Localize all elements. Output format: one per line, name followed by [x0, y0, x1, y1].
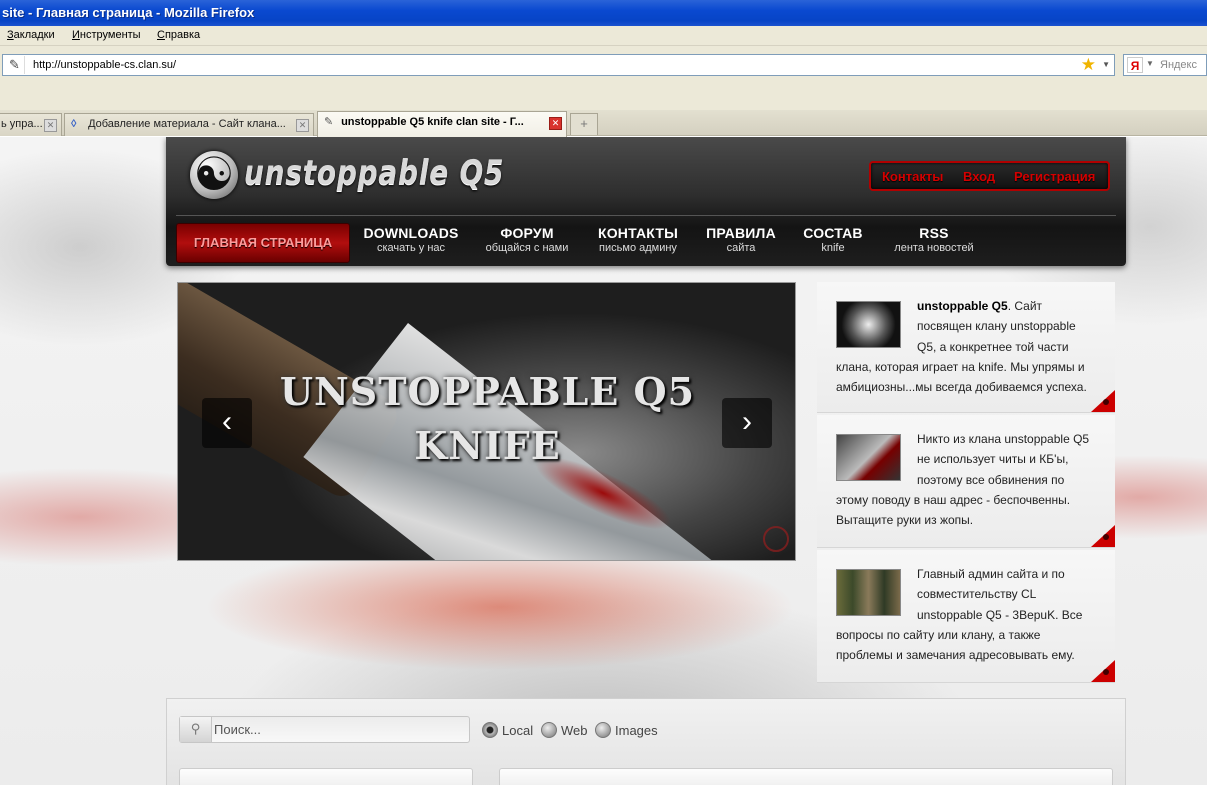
- browser-search-bar[interactable]: Я ▼ Яндекс: [1123, 54, 1207, 76]
- menu-help[interactable]: Справка: [157, 29, 200, 41]
- top-links: Контакты Вход Регистрация: [869, 161, 1110, 191]
- side-box-admin-text: Главный админ сайта и по совместительств…: [836, 564, 1098, 665]
- nav-roster-sub: knife: [821, 242, 845, 254]
- right-panel-top: [499, 768, 1113, 785]
- slider-next-icon[interactable]: ›: [722, 398, 772, 448]
- side-box-admin-corner-icon[interactable]: [1091, 660, 1115, 682]
- url-dropdown-icon[interactable]: ▼: [1102, 60, 1110, 69]
- side-box-about-corner-icon[interactable]: [1091, 390, 1115, 412]
- slide-title-line2: KNIFE: [414, 423, 561, 468]
- site-search-input[interactable]: [214, 719, 464, 740]
- url-bar[interactable]: ✎ http://unstoppable-cs.clan.su/ ★ ▼: [2, 54, 1115, 76]
- tab-1-close-icon[interactable]: ✕: [44, 119, 57, 132]
- nav-forum-title: ФОРУМ: [500, 225, 554, 241]
- side-box-about-bold: unstoppable Q5: [917, 299, 1008, 313]
- login-link[interactable]: Вход: [963, 169, 995, 184]
- navigation-toolbar: ✎ http://unstoppable-cs.clan.su/ ★ ▼ Я ▼…: [0, 46, 1207, 84]
- nav-rules-sub: сайта: [726, 242, 756, 254]
- url-text[interactable]: http://unstoppable-cs.clan.su/: [33, 59, 176, 71]
- site-logo-text[interactable]: unstoppable Q5: [244, 153, 504, 193]
- browser-search-placeholder[interactable]: Яндекс: [1160, 59, 1197, 71]
- tab-1-label: ь упра...: [1, 118, 43, 130]
- yandex-engine-icon[interactable]: Я: [1127, 57, 1143, 73]
- site-identity-icon[interactable]: ✎: [5, 56, 25, 74]
- tab-1[interactable]: ь упра... ✕: [0, 113, 62, 136]
- nav-contacts-title: КОНТАКТЫ: [597, 225, 679, 241]
- nav-divider: [176, 215, 1116, 216]
- search-option-local-label: Local: [502, 723, 534, 738]
- left-panel-top: [179, 768, 473, 785]
- radio-local-icon[interactable]: [482, 722, 498, 738]
- nav-downloads[interactable]: DOWNLOADS скачать у нас: [356, 225, 466, 254]
- slider-prev-icon[interactable]: ‹: [202, 398, 252, 448]
- search-option-web-label: Web: [561, 723, 588, 738]
- side-box-cheats: Никто из клана unstoppable Q5 не использ…: [817, 415, 1115, 548]
- tab-3-label: unstoppable Q5 knife clan site - Г...: [341, 116, 524, 128]
- nav-downloads-title: DOWNLOADS: [363, 225, 459, 241]
- side-box-cheats-corner-icon[interactable]: [1091, 525, 1115, 547]
- search-option-images-label: Images: [615, 723, 658, 738]
- new-tab-button[interactable]: +: [570, 113, 598, 135]
- radio-images-icon[interactable]: [595, 722, 611, 738]
- nav-rules[interactable]: ПРАВИЛА сайта: [700, 225, 782, 254]
- nav-downloads-sub: скачать у нас: [376, 242, 446, 254]
- site-search-band: ⚲ Local Web Images: [166, 698, 1126, 785]
- tab-2[interactable]: ◊ Добавление материала - Сайт клана... ✕: [64, 113, 314, 136]
- nav-forum[interactable]: ФОРУМ общайся с нами: [477, 225, 577, 254]
- slider-watermark-icon: [763, 526, 789, 552]
- nav-roster-title: СОСТАВ: [803, 225, 863, 241]
- tab-3-favicon-icon: ✎: [324, 116, 334, 128]
- nav-contacts[interactable]: КОНТАКТЫ письмо админу: [588, 225, 688, 254]
- tab-2-favicon-icon: ◊: [71, 118, 77, 130]
- engine-dropdown-icon[interactable]: ▼: [1146, 59, 1154, 68]
- bookmark-star-icon[interactable]: ★: [1081, 55, 1096, 75]
- slide-title-line1: UNSTOPPABLE Q5: [279, 369, 696, 414]
- search-icon[interactable]: ⚲: [180, 717, 212, 742]
- side-box-about: unstoppable Q5. Сайт посвящен клану unst…: [817, 282, 1115, 413]
- search-option-images[interactable]: Images: [595, 722, 658, 738]
- nav-forum-sub: общайся с нами: [485, 242, 569, 254]
- search-option-web[interactable]: Web: [541, 722, 588, 738]
- tab-3-close-icon[interactable]: ✕: [549, 117, 562, 130]
- menu-bar: Закладки Инструменты Справка: [0, 26, 1207, 46]
- nav-rss[interactable]: RSS лента новостей: [884, 225, 984, 254]
- contacts-link[interactable]: Контакты: [882, 169, 943, 184]
- nav-rules-title: ПРАВИЛА: [706, 225, 776, 241]
- bookmarks-toolbar: [0, 84, 1207, 110]
- nav-contacts-sub: письмо админу: [599, 242, 677, 254]
- register-link[interactable]: Регистрация: [1014, 169, 1095, 184]
- search-option-local[interactable]: Local: [482, 722, 533, 738]
- tab-bar: ь упра... ✕ ◊ Добавление материала - Сай…: [0, 110, 1207, 137]
- tab-2-label: Добавление материала - Сайт клана...: [88, 118, 286, 130]
- site-header: unstoppable Q5 Контакты Вход Регистрация…: [166, 137, 1126, 266]
- nav-roster[interactable]: СОСТАВ knife: [796, 225, 870, 254]
- image-slider[interactable]: UNSTOPPABLE Q5 KNIFE ‹ ›: [177, 282, 796, 561]
- yin-yang-logo-icon[interactable]: [190, 147, 238, 201]
- window-title: site - Главная страница - Mozilla Firefo…: [0, 0, 1207, 26]
- menu-bookmarks[interactable]: Закладки: [7, 29, 55, 41]
- menu-tools[interactable]: Инструменты: [72, 29, 141, 41]
- radio-web-icon[interactable]: [541, 722, 557, 738]
- side-box-cheats-text: Никто из клана unstoppable Q5 не использ…: [836, 429, 1098, 530]
- nav-rss-title: RSS: [919, 225, 949, 241]
- side-box-admin: Главный админ сайта и по совместительств…: [817, 550, 1115, 683]
- tab-2-close-icon[interactable]: ✕: [296, 119, 309, 132]
- site-search-box: ⚲: [179, 716, 470, 743]
- nav-rss-sub: лента новостей: [894, 242, 974, 254]
- side-box-about-text: unstoppable Q5. Сайт посвящен клану unst…: [836, 296, 1098, 397]
- nav-home[interactable]: ГЛАВНАЯ СТРАНИЦА: [176, 223, 350, 263]
- tab-3[interactable]: ✎ unstoppable Q5 knife clan site - Г... …: [317, 111, 567, 137]
- web-page: unstoppable Q5 Контакты Вход Регистрация…: [0, 137, 1207, 785]
